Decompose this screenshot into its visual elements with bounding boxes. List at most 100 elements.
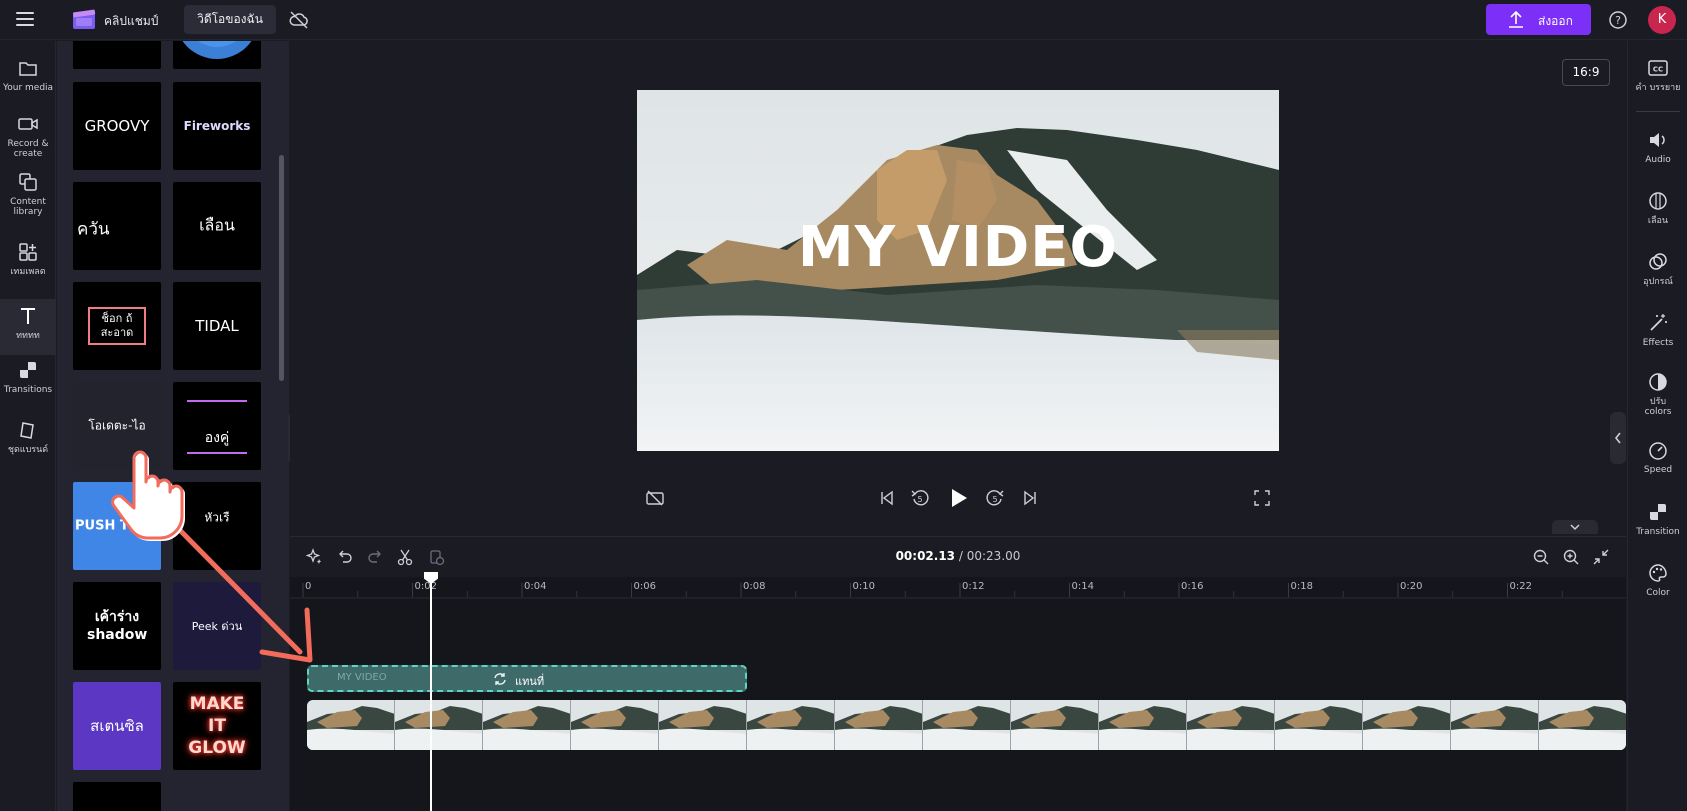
fade-icon xyxy=(1649,192,1667,210)
rail-label: Record & create xyxy=(7,139,49,159)
overlay-title-text[interactable]: MY VIDEO xyxy=(637,215,1279,280)
ruler-tick-label: 0:22 xyxy=(1509,581,1532,592)
total-time: / 00:23.00 xyxy=(958,549,1021,563)
upload-icon xyxy=(1509,11,1523,28)
svg-text:?: ? xyxy=(1615,14,1621,27)
project-name-tab[interactable]: วิดีโอของฉัน xyxy=(184,5,276,34)
captions-icon: CC xyxy=(1648,60,1668,76)
current-time: 00:02.13 xyxy=(895,549,956,563)
collapse-timeline-button[interactable] xyxy=(1552,520,1598,534)
skip-forward-icon[interactable] xyxy=(1021,489,1039,507)
playhead[interactable] xyxy=(430,573,432,811)
camera-off-icon[interactable] xyxy=(645,489,665,507)
app-logo xyxy=(72,9,98,31)
filmstrip-frame xyxy=(1187,700,1275,750)
avatar[interactable]: K xyxy=(1648,6,1676,34)
zoom-in-icon[interactable] xyxy=(1562,548,1580,566)
ruler-tick-label: 0:08 xyxy=(743,581,766,592)
collapse-right-panel-button[interactable] xyxy=(1610,412,1626,464)
rail-content-library[interactable]: Content library xyxy=(0,171,56,217)
export-button[interactable]: ส่งออก xyxy=(1486,4,1591,35)
rail-effects[interactable]: Effects xyxy=(1628,312,1687,348)
tile-label: เลือน xyxy=(199,215,235,235)
rail-speed[interactable]: Speed xyxy=(1628,439,1687,475)
rail-label: อุปกรณ์ xyxy=(1643,277,1673,287)
ruler-tick-label: 0:16 xyxy=(1181,581,1204,592)
template-tidal[interactable]: TIDAL xyxy=(173,282,261,370)
timeline-ruler[interactable] xyxy=(290,577,1626,599)
rail-label: ทททท xyxy=(16,331,40,341)
export-label: ส่งออก xyxy=(1538,14,1573,28)
template-stencil[interactable]: สเตนซิล xyxy=(73,682,161,770)
rail-record-create[interactable]: Record & create xyxy=(0,113,56,159)
help-icon[interactable]: ? xyxy=(1608,10,1628,30)
rail-label: ชุดแบรนด์ xyxy=(7,445,49,455)
fullscreen-icon[interactable] xyxy=(1253,489,1271,507)
filmstrip-frame xyxy=(483,700,571,750)
rail-templates[interactable]: เทมเพลต xyxy=(0,241,56,277)
template-tile[interactable] xyxy=(73,782,161,811)
library-icon xyxy=(19,173,37,191)
speed-icon xyxy=(1649,442,1667,460)
templates-icon xyxy=(19,243,37,261)
rewind-5-icon[interactable]: 5 xyxy=(910,488,930,508)
template-tile[interactable] xyxy=(73,41,161,69)
text-icon xyxy=(21,308,35,324)
template-fireworks[interactable]: Fireworks xyxy=(173,82,261,170)
template-make-it-glow[interactable]: MAKE IT GLOW xyxy=(173,682,261,770)
brand-kit-icon xyxy=(20,422,34,439)
rail-label: เลือน xyxy=(1647,216,1669,226)
transitions-icon xyxy=(20,362,36,378)
filmstrip-frame xyxy=(395,700,483,750)
cloud-off-icon[interactable] xyxy=(289,11,309,29)
ruler-tick-label: 0:02 xyxy=(414,581,437,592)
text-clip[interactable]: MY VIDEO แทนที่ xyxy=(307,665,747,692)
annotation-arrow-shaft xyxy=(157,507,303,655)
tile-label: ช็อก ถ้สะอาด xyxy=(100,312,134,339)
ruler-tick-label: 0:12 xyxy=(962,581,985,592)
play-icon[interactable] xyxy=(949,487,969,509)
app-title: คลิปแชมป์ xyxy=(104,14,159,28)
drag-annotation xyxy=(111,450,313,663)
filmstrip-frame xyxy=(1011,700,1099,750)
zoom-out-icon[interactable] xyxy=(1532,548,1550,566)
time-readout: 00:02.13 / 00:23.00 xyxy=(290,549,1626,563)
timeline-toolbar: 00:02.13 / 00:23.00 xyxy=(290,537,1626,577)
rail-label: คำ บรรยาย xyxy=(1635,83,1681,93)
template-tile[interactable] xyxy=(173,41,261,69)
forward-5-icon[interactable]: 5 xyxy=(985,488,1005,508)
rail-transition[interactable]: Transition xyxy=(1628,501,1687,537)
ruler-tick-label: 0:14 xyxy=(1071,581,1094,592)
template-clean-shock[interactable]: ช็อก ถ้สะอาด xyxy=(73,282,161,370)
template-smoke[interactable]: ควัน xyxy=(73,182,161,270)
rail-label: Content library xyxy=(10,197,46,217)
template-groovy[interactable]: GROOVY xyxy=(73,82,161,170)
rail-transitions[interactable]: Transitions xyxy=(0,359,56,395)
filmstrip-frame xyxy=(835,700,923,750)
template-fade[interactable]: เลือน xyxy=(173,182,261,270)
tile-label: สเตนซิล xyxy=(90,717,144,735)
rail-brand-kit[interactable]: ชุดแบรนด์ xyxy=(0,419,56,455)
menu-icon[interactable] xyxy=(16,11,36,29)
rail-filters[interactable]: อุปกรณ์ xyxy=(1628,251,1687,287)
rail-adjust-colors[interactable]: ปรับ colors xyxy=(1628,371,1687,417)
rail-fade[interactable]: เลือน xyxy=(1628,190,1687,226)
rail-captions[interactable]: CC คำ บรรยาย xyxy=(1628,57,1687,93)
fit-timeline-icon[interactable] xyxy=(1592,548,1610,566)
rail-audio[interactable]: Audio xyxy=(1628,129,1687,165)
rail-your-media[interactable]: Your media xyxy=(0,57,56,93)
video-preview[interactable]: MY VIDEO xyxy=(637,90,1279,451)
ruler-tick-label: 0:04 xyxy=(524,581,547,592)
video-clip[interactable] xyxy=(307,700,1626,750)
filmstrip-frame xyxy=(307,700,395,750)
chevron-down-icon xyxy=(1570,524,1580,531)
skip-back-icon[interactable] xyxy=(878,489,896,507)
rail-text[interactable]: ทททท xyxy=(0,299,56,355)
filmstrip-frame xyxy=(1363,700,1451,750)
panel-scrollbar[interactable] xyxy=(279,155,284,381)
replace-label[interactable]: แทนที่ xyxy=(515,672,544,690)
rail-divider xyxy=(1636,111,1680,112)
aspect-ratio-button[interactable]: 16:9 xyxy=(1562,59,1610,86)
text-templates-panel: GROOVY Fireworks ควัน เลือน ช็อก ถ้สะอาด… xyxy=(57,41,289,811)
rail-color[interactable]: Color xyxy=(1628,562,1687,598)
